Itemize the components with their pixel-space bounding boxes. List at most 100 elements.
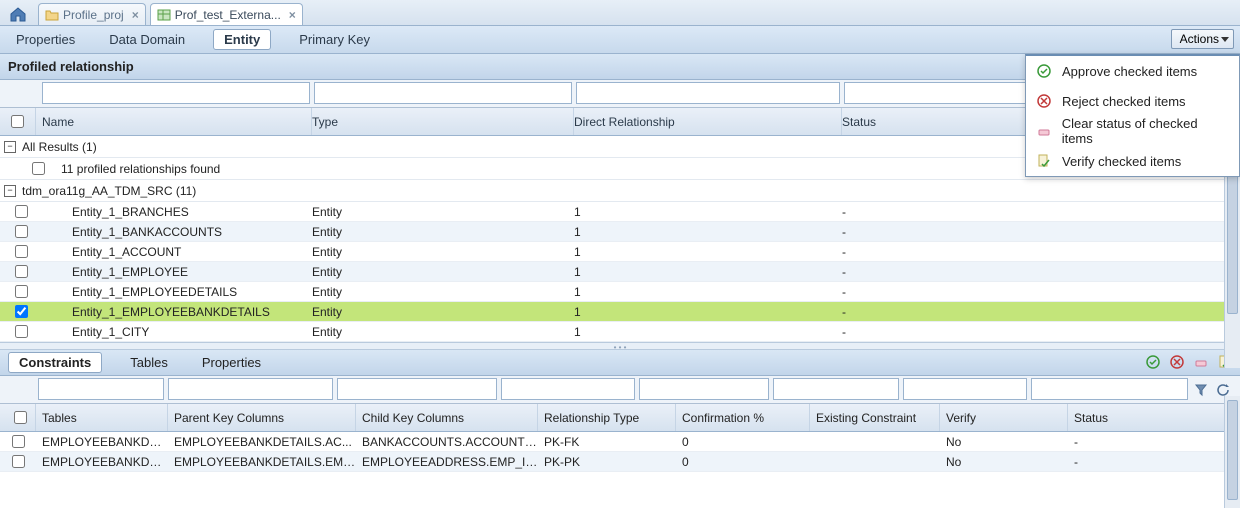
tab-label: Profile_proj bbox=[63, 8, 124, 22]
filter-icon[interactable] bbox=[1192, 381, 1210, 399]
approve-icon[interactable] bbox=[1144, 353, 1162, 371]
scrollbar-constraints[interactable] bbox=[1224, 396, 1240, 508]
cfilter-rt[interactable] bbox=[501, 378, 635, 400]
tab-prof-test-externa[interactable]: Prof_test_Externa... × bbox=[150, 3, 303, 25]
row-checkbox[interactable] bbox=[15, 265, 28, 278]
ccol-tables[interactable]: Tables bbox=[36, 404, 168, 431]
filter-name[interactable] bbox=[42, 82, 310, 104]
row-checkbox[interactable] bbox=[15, 245, 28, 258]
cell-direct-relationship: 1 bbox=[574, 225, 842, 239]
row-checkbox[interactable] bbox=[32, 162, 45, 175]
col-type[interactable]: Type bbox=[312, 108, 574, 135]
cell-direct-relationship: 1 bbox=[574, 245, 842, 259]
splitter[interactable]: • • • bbox=[0, 342, 1240, 350]
row-checkbox[interactable] bbox=[15, 305, 28, 318]
subnav-data-domain[interactable]: Data Domain bbox=[103, 29, 191, 50]
ccol-status[interactable]: Status bbox=[1068, 404, 1240, 431]
cell-direct-relationship: 1 bbox=[574, 205, 842, 219]
row-checkbox[interactable] bbox=[15, 205, 28, 218]
cell-relationship-type: PK-FK bbox=[538, 435, 676, 449]
btab-tables[interactable]: Tables bbox=[124, 352, 174, 373]
table-row[interactable]: Entity_1_BRANCHESEntity1- bbox=[0, 202, 1240, 222]
cell-status: - bbox=[842, 225, 1240, 239]
cfilter-status[interactable] bbox=[1031, 378, 1188, 400]
reject-icon[interactable] bbox=[1168, 353, 1186, 371]
tab-profile-proj[interactable]: Profile_proj × bbox=[38, 3, 146, 25]
cell-type: Entity bbox=[312, 285, 574, 299]
cell-type: Entity bbox=[312, 205, 574, 219]
menu-verify[interactable]: Verify checked items bbox=[1026, 146, 1239, 176]
cell-name: Entity_1_BANKACCOUNTS bbox=[36, 225, 312, 239]
menu-reject[interactable]: Reject checked items bbox=[1026, 86, 1239, 116]
home-button[interactable] bbox=[4, 3, 32, 25]
btab-properties[interactable]: Properties bbox=[196, 352, 267, 373]
home-icon bbox=[9, 6, 27, 22]
btab-constraints[interactable]: Constraints bbox=[8, 352, 102, 373]
table-row[interactable]: Entity_1_CITYEntity1- bbox=[0, 322, 1240, 342]
ccol-verify[interactable]: Verify bbox=[940, 404, 1068, 431]
filter-type[interactable] bbox=[314, 82, 572, 104]
group-tdm-src[interactable]: − tdm_ora11g_AA_TDM_SRC (11) bbox=[0, 180, 1240, 202]
cell-child-key: EMPLOYEEADDRESS.EMP_ID... bbox=[356, 455, 538, 469]
constraint-row[interactable]: EMPLOYEEBANKDET...EMPLOYEEBANKDETAILS.AC… bbox=[0, 432, 1240, 452]
cell-direct-relationship: 1 bbox=[574, 305, 842, 319]
cell-name: Entity_1_BRANCHES bbox=[36, 205, 312, 219]
section-title: Profiled relationship bbox=[8, 59, 134, 74]
cfilter-ex[interactable] bbox=[773, 378, 899, 400]
filter-dr[interactable] bbox=[576, 82, 840, 104]
cell-type: Entity bbox=[312, 305, 574, 319]
cfilter-conf[interactable] bbox=[639, 378, 769, 400]
cfilter-tables[interactable] bbox=[38, 378, 164, 400]
check-circle-icon bbox=[1036, 63, 1052, 79]
ccol-relationship-type[interactable]: Relationship Type bbox=[538, 404, 676, 431]
subnav-entity[interactable]: Entity bbox=[213, 29, 271, 50]
tab-strip: Profile_proj × Prof_test_Externa... × bbox=[0, 0, 1240, 26]
collapse-icon[interactable]: − bbox=[4, 141, 16, 153]
select-all-checkbox[interactable] bbox=[11, 115, 24, 128]
group-label: All Results (1) bbox=[22, 140, 97, 154]
constraint-row[interactable]: EMPLOYEEBANKDET...EMPLOYEEBANKDETAILS.EM… bbox=[0, 452, 1240, 472]
cell-parent-key: EMPLOYEEBANKDETAILS.AC... bbox=[168, 435, 356, 449]
eraser-icon[interactable] bbox=[1192, 353, 1210, 371]
table-row[interactable]: Entity_1_EMPLOYEEDETAILSEntity1- bbox=[0, 282, 1240, 302]
row-checkbox[interactable] bbox=[12, 435, 25, 448]
row-checkbox[interactable] bbox=[15, 285, 28, 298]
col-direct-relationship[interactable]: Direct Relationship bbox=[574, 108, 842, 135]
table-row[interactable]: Entity_1_BANKACCOUNTSEntity1- bbox=[0, 222, 1240, 242]
cell-confirmation: 0 bbox=[676, 435, 810, 449]
constraints-table-header: Tables Parent Key Columns Child Key Colu… bbox=[0, 404, 1240, 432]
subnav-properties[interactable]: Properties bbox=[10, 29, 81, 50]
bottom-tabs: Constraints Tables Properties bbox=[0, 350, 1240, 376]
cfilter-ck[interactable] bbox=[337, 378, 497, 400]
row-checkbox[interactable] bbox=[15, 325, 28, 338]
ccol-confirmation[interactable]: Confirmation % bbox=[676, 404, 810, 431]
ccol-parent-key[interactable]: Parent Key Columns bbox=[168, 404, 356, 431]
col-name[interactable]: Name bbox=[36, 108, 312, 135]
cell-direct-relationship: 1 bbox=[574, 325, 842, 339]
menu-approve[interactable]: Approve checked items bbox=[1026, 56, 1239, 86]
ccol-existing-constraint[interactable]: Existing Constraint bbox=[810, 404, 940, 431]
cell-name: Entity_1_EMPLOYEEBANKDETAILS bbox=[36, 305, 312, 319]
close-icon[interactable]: × bbox=[132, 8, 139, 22]
cell-confirmation: 0 bbox=[676, 455, 810, 469]
actions-button[interactable]: Actions bbox=[1171, 29, 1234, 49]
eraser-icon bbox=[1036, 123, 1052, 139]
cell-status: - bbox=[1068, 435, 1240, 449]
bottom-toolbar bbox=[1144, 353, 1234, 371]
select-all-constraints[interactable] bbox=[14, 411, 27, 424]
subnav-primary-key[interactable]: Primary Key bbox=[293, 29, 376, 50]
cfilter-ver[interactable] bbox=[903, 378, 1027, 400]
row-checkbox[interactable] bbox=[12, 455, 25, 468]
cell-type: Entity bbox=[312, 265, 574, 279]
table-row[interactable]: Entity_1_EMPLOYEEEntity1- bbox=[0, 262, 1240, 282]
ccol-child-key[interactable]: Child Key Columns bbox=[356, 404, 538, 431]
collapse-icon[interactable]: − bbox=[4, 185, 16, 197]
table-row[interactable]: Entity_1_ACCOUNTEntity1- bbox=[0, 242, 1240, 262]
menu-clear[interactable]: Clear status of checked items bbox=[1026, 116, 1239, 146]
cfilter-pk[interactable] bbox=[168, 378, 333, 400]
cell-type: Entity bbox=[312, 225, 574, 239]
table-row[interactable]: Entity_1_EMPLOYEEBANKDETAILSEntity1- bbox=[0, 302, 1240, 322]
doc-check-icon bbox=[1036, 153, 1052, 169]
close-icon[interactable]: × bbox=[289, 8, 296, 22]
row-checkbox[interactable] bbox=[15, 225, 28, 238]
